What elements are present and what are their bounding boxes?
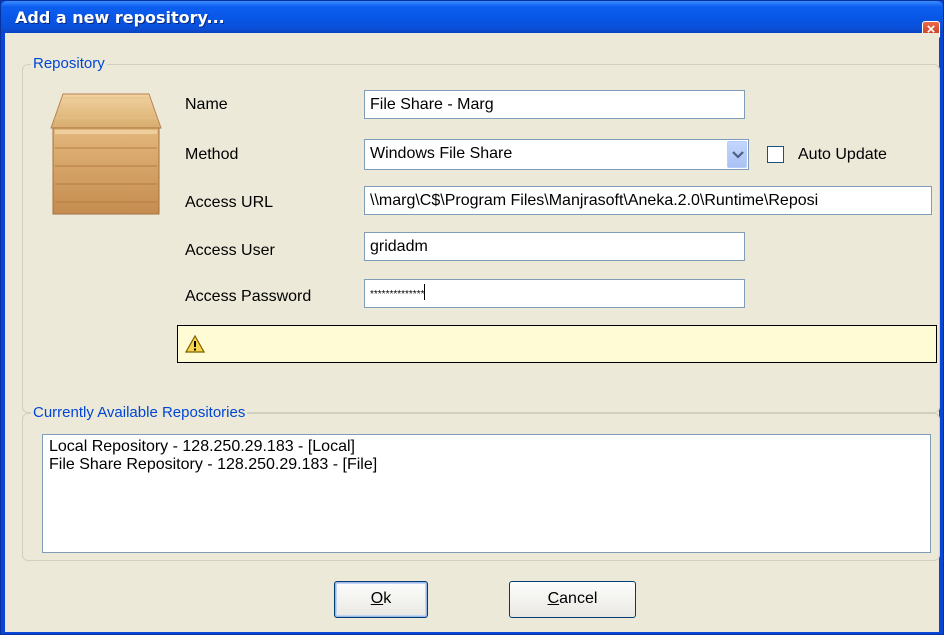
method-label: Method bbox=[185, 146, 239, 163]
text-caret bbox=[424, 284, 426, 300]
access-password-field[interactable]: ************** bbox=[364, 279, 745, 308]
access-user-label: Access User bbox=[185, 242, 275, 259]
method-dropdown[interactable]: Windows File Share bbox=[364, 139, 749, 170]
access-password-label: Access Password bbox=[185, 288, 312, 305]
ok-button-label: k bbox=[383, 590, 392, 607]
access-password-value: ************** bbox=[370, 289, 425, 300]
box-icon bbox=[49, 92, 163, 216]
dialog-body: Repository Name File Share - Marg Method… bbox=[5, 33, 940, 632]
available-repositories-legend: Currently Available Repositories bbox=[31, 404, 248, 421]
ok-button[interactable]: Ok bbox=[334, 581, 428, 618]
ok-button-mnemonic: O bbox=[370, 590, 384, 607]
cancel-button-mnemonic: C bbox=[547, 590, 560, 607]
name-field[interactable]: File Share - Marg bbox=[364, 90, 745, 119]
warning-bar bbox=[177, 325, 937, 363]
access-url-field[interactable]: \\marg\C$\Program Files\Manjrasoft\Aneka… bbox=[364, 186, 932, 215]
cancel-button-label: ancel bbox=[559, 590, 598, 607]
repository-group-legend: Repository bbox=[31, 55, 107, 72]
repositories-listbox[interactable]: Local Repository - 128.250.29.183 - [Loc… bbox=[42, 434, 931, 553]
auto-update-label[interactable]: Auto Update bbox=[798, 146, 887, 164]
dialog-window: Add a new repository... × Repository Nam… bbox=[0, 0, 944, 635]
title-bar[interactable]: Add a new repository... bbox=[1, 1, 943, 33]
access-url-label: Access URL bbox=[185, 194, 274, 211]
cancel-button[interactable]: Cancel bbox=[509, 581, 636, 618]
chevron-down-icon bbox=[732, 151, 744, 159]
name-label: Name bbox=[185, 96, 228, 113]
auto-update-checkbox[interactable] bbox=[767, 146, 784, 163]
method-selected-value: Windows File Share bbox=[370, 145, 513, 162]
list-item[interactable]: Local Repository - 128.250.29.183 - [Loc… bbox=[49, 438, 924, 456]
warning-icon bbox=[185, 335, 205, 353]
window-title: Add a new repository... bbox=[15, 8, 225, 27]
access-user-field[interactable]: gridadm bbox=[364, 232, 745, 261]
list-item[interactable]: File Share Repository - 128.250.29.183 -… bbox=[49, 456, 924, 474]
dropdown-arrow-button[interactable] bbox=[727, 141, 747, 168]
